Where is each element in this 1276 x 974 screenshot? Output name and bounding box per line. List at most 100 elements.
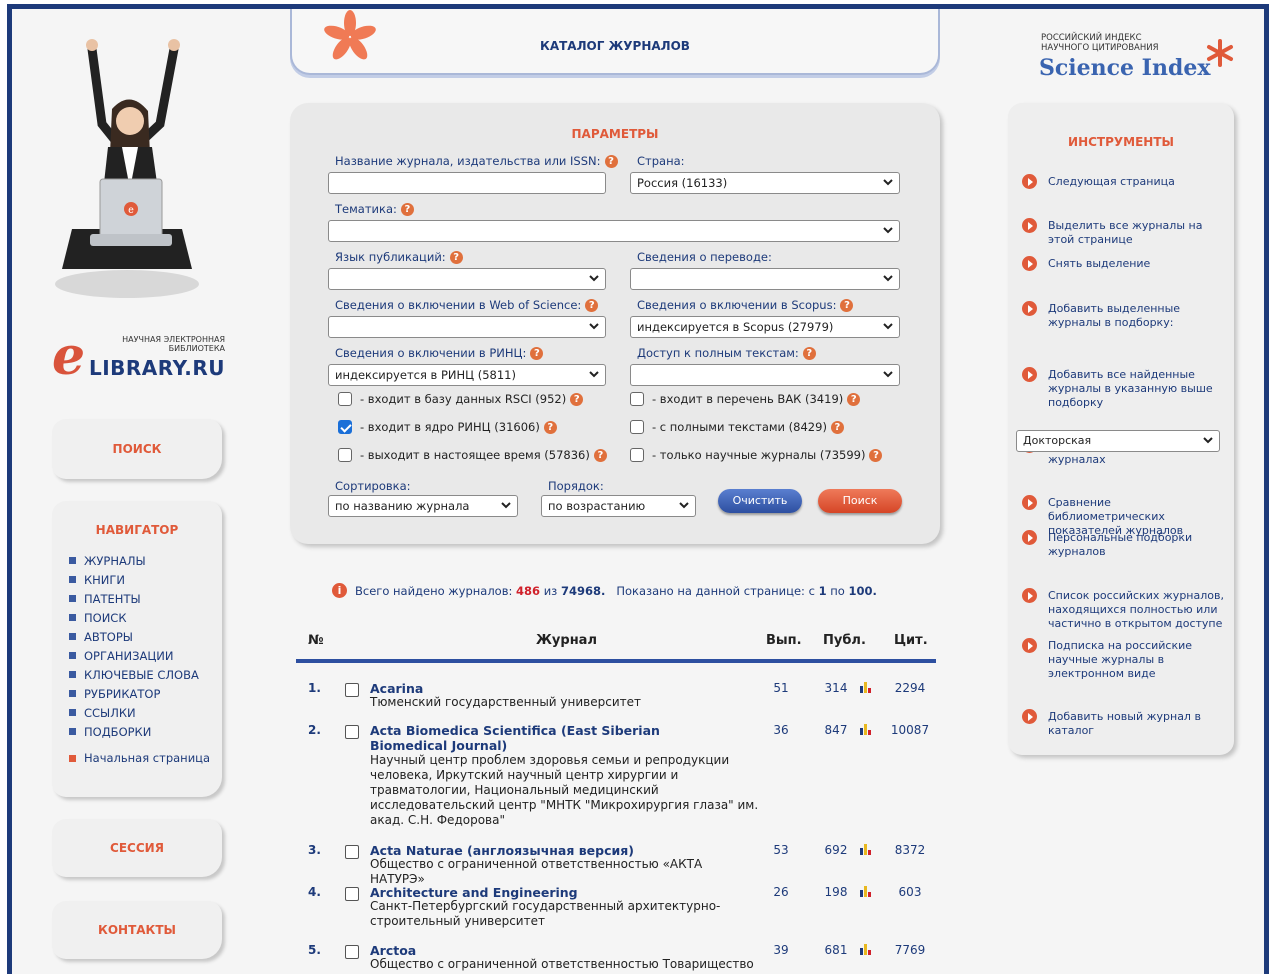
checkbox[interactable] [630,420,644,434]
nav-item[interactable]: ЖУРНАЛЫ [69,551,222,570]
country-select[interactable]: Россия (16133) [630,172,900,194]
nav-item[interactable]: КНИГИ [69,570,222,589]
tool-link[interactable]: Следующая страница [1022,174,1227,189]
help-icon[interactable]: ? [604,154,618,168]
help-icon[interactable]: ? [585,298,599,312]
nav-item[interactable]: АВТОРЫ [69,627,222,646]
fulltext-select[interactable] [630,364,900,386]
nav-item[interactable]: КЛЮЧЕВЫЕ СЛОВА [69,665,222,684]
help-icon[interactable]: ? [570,392,584,406]
help-icon[interactable]: ? [400,202,414,216]
issues-count[interactable]: 39 [766,943,796,957]
filter-checkbox[interactable]: - выходит в настоящее время (57836)? [338,448,607,462]
order-select[interactable]: по возрастанию [541,495,696,517]
help-icon[interactable]: ? [530,346,544,360]
journal-title-link[interactable]: Arctoa [370,943,740,958]
tool-link[interactable]: Список российских журналов, находящихся … [1022,588,1227,631]
filter-checkbox[interactable]: - входит в базу данных RSCI (952)? [338,392,584,406]
search-button[interactable]: Поиск [818,489,902,513]
issues-count[interactable]: 26 [766,885,796,899]
science-index-logo[interactable]: РОССИЙСКИЙ ИНДЕКС НАУЧНОГО ЦИТИРОВАНИЯ S… [1036,31,1236,91]
row-checkbox[interactable] [345,683,359,697]
session-card-title[interactable]: СЕССИЯ [52,819,222,877]
publications-count[interactable]: 198 [818,885,854,899]
nav-item[interactable]: ПОДБОРКИ [69,722,222,741]
contacts-card[interactable]: КОНТАКТЫ [52,901,222,959]
tool-link[interactable]: Подписка на российские научные журналы в… [1022,638,1227,681]
journal-title-link[interactable]: Acta Biomedica Scientifica (East Siberia… [370,723,740,753]
topic-select[interactable] [328,220,900,242]
citations-count[interactable]: 7769 [888,943,932,957]
language-select[interactable] [328,268,606,290]
issues-count[interactable]: 36 [766,723,796,737]
col-pubs-header[interactable]: Публ. [823,633,866,648]
row-checkbox[interactable] [345,945,359,959]
row-checkbox[interactable] [345,725,359,739]
clear-button[interactable]: Очистить [718,489,802,513]
publications-count[interactable]: 314 [818,681,854,695]
nav-item[interactable]: ССЫЛКИ [69,703,222,722]
nav-item[interactable]: РУБРИКАТОР [69,684,222,703]
checkbox[interactable] [630,448,644,462]
sort-select[interactable]: по названию журнала [328,495,518,517]
tool-link[interactable]: Персональные подборки журналов [1022,530,1227,559]
citations-count[interactable]: 10087 [888,723,932,737]
checkbox[interactable] [338,392,352,406]
nav-item[interactable]: ПАТЕНТЫ [69,589,222,608]
bar-chart-icon[interactable] [859,681,873,693]
filter-checkbox[interactable]: - только научные журналы (73599)? [630,448,883,462]
help-icon[interactable]: ? [869,448,883,462]
elibrary-logo[interactable]: e НАУЧНАЯ ЭЛЕКТРОННАЯ БИБЛИОТЕКА LIBRARY… [52,331,227,383]
home-link[interactable]: Начальная страница [69,751,222,765]
rinc-select[interactable]: индексируется в РИНЦ (5811) [328,364,606,386]
citations-count[interactable]: 2294 [888,681,932,695]
session-card[interactable]: СЕССИЯ [52,819,222,877]
journal-name-input[interactable] [328,172,606,194]
citations-count[interactable]: 603 [888,885,932,899]
issues-count[interactable]: 53 [766,843,796,857]
filter-checkbox[interactable]: - входит в ядро РИНЦ (31606)? [338,420,557,434]
col-cit-header[interactable]: Цит. [894,633,928,648]
checkbox[interactable] [338,448,352,462]
journal-title-link[interactable]: Architecture and Engineering [370,885,740,900]
col-issues-header[interactable]: Вып. [766,633,802,648]
collection-select[interactable]: Докторская [1016,430,1220,452]
filter-checkbox[interactable]: - входит в перечень ВАК (3419)? [630,392,861,406]
tool-link[interactable]: Снять выделение [1022,256,1227,271]
search-card[interactable]: ПОИСК [52,419,222,479]
checkbox[interactable] [630,392,644,406]
help-icon[interactable]: ? [847,392,861,406]
row-checkbox[interactable] [345,887,359,901]
wos-select[interactable] [328,316,606,338]
help-icon[interactable]: ? [593,448,607,462]
bar-chart-icon[interactable] [859,723,873,735]
translation-select[interactable] [630,268,900,290]
nav-item[interactable]: ОРГАНИЗАЦИИ [69,646,222,665]
help-icon[interactable]: ? [830,420,844,434]
publications-count[interactable]: 681 [818,943,854,957]
contacts-card-title[interactable]: КОНТАКТЫ [52,901,222,959]
tool-link[interactable]: Добавить выделенные журналы в подборку: [1022,301,1227,330]
help-icon[interactable]: ? [543,420,557,434]
scopus-select[interactable]: индексируется в Scopus (27979) [630,316,900,338]
tool-link[interactable]: Добавить новый журнал в каталог [1022,709,1227,738]
bar-chart-icon[interactable] [859,943,873,955]
publications-count[interactable]: 692 [818,843,854,857]
tool-link[interactable]: Добавить все найденные журналы в указанн… [1022,367,1227,410]
col-journal-header[interactable]: Журнал [536,633,597,648]
help-icon[interactable]: ? [802,346,816,360]
publications-count[interactable]: 847 [818,723,854,737]
search-card-title[interactable]: ПОИСК [52,419,222,479]
bar-chart-icon[interactable] [859,885,873,897]
checkbox[interactable] [338,420,352,434]
nav-item[interactable]: ПОИСК [69,608,222,627]
filter-checkbox[interactable]: - с полными текстами (8429)? [630,420,844,434]
journal-title-link[interactable]: Acarina [370,681,740,696]
row-checkbox[interactable] [345,845,359,859]
help-icon[interactable]: ? [840,298,854,312]
issues-count[interactable]: 51 [766,681,796,695]
citations-count[interactable]: 8372 [888,843,932,857]
bar-chart-icon[interactable] [859,843,873,855]
help-icon[interactable]: ? [449,250,463,264]
journal-title-link[interactable]: Acta Naturae (англоязычная версия) [370,843,740,858]
